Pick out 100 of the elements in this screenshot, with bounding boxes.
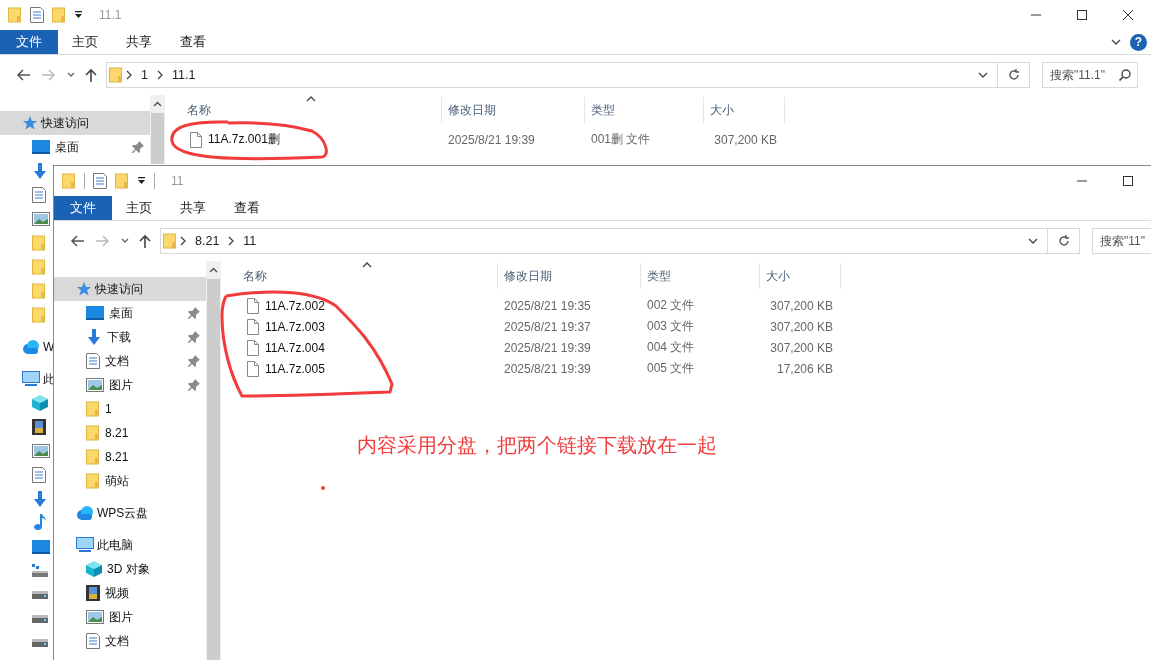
ribbon-tab[interactable]: 文件 bbox=[54, 196, 112, 220]
file-row[interactable]: 11A.7z.001删 2025/8/21 19:39 001删 文件 307,200 KB bbox=[177, 129, 1151, 150]
file-icon bbox=[247, 318, 259, 335]
file-type: 004 文件 bbox=[646, 339, 696, 356]
drive-icon bbox=[32, 591, 48, 599]
drive-icon bbox=[32, 639, 48, 647]
monitor-icon bbox=[86, 306, 104, 320]
sidebar-item[interactable]: 文档 bbox=[54, 349, 206, 373]
search-field[interactable]: 搜索"11.1" bbox=[1042, 62, 1138, 88]
document-icon bbox=[32, 467, 46, 483]
folder-icon bbox=[109, 67, 123, 83]
file-type: 005 文件 bbox=[646, 360, 696, 377]
folder-icon bbox=[32, 259, 46, 275]
ribbon-tab[interactable]: 查看 bbox=[166, 30, 220, 54]
column-header[interactable]: 大小 bbox=[704, 97, 785, 123]
maximize-icon bbox=[1123, 176, 1133, 186]
folder-icon bbox=[32, 235, 46, 251]
column-header[interactable]: 类型 bbox=[641, 263, 760, 289]
folder-icon bbox=[86, 425, 100, 441]
column-header[interactable]: 名称 bbox=[233, 263, 498, 289]
window-title: 11 bbox=[171, 174, 184, 188]
file-row[interactable]: 11A.7z.004 2025/8/21 19:39 004 文件 307,200 KB bbox=[233, 337, 1151, 358]
file-row[interactable]: 11A.7z.002 2025/8/21 19:35 002 文件 307,200 KB bbox=[233, 295, 1151, 316]
sidebar-item[interactable]: WPS云盘 bbox=[54, 501, 206, 525]
sidebar-item[interactable]: 8.21 bbox=[54, 421, 206, 445]
folder-icon bbox=[86, 449, 100, 465]
cloud-icon bbox=[76, 506, 94, 520]
folder-icon bbox=[52, 7, 66, 23]
address-bar[interactable]: 1 11.1 bbox=[106, 62, 998, 88]
annotation-dot bbox=[321, 486, 325, 490]
refresh-button[interactable] bbox=[998, 62, 1030, 88]
star-icon bbox=[76, 281, 92, 297]
ribbon-tab[interactable]: 主页 bbox=[112, 196, 166, 220]
folder-icon bbox=[32, 283, 46, 299]
picture-icon bbox=[86, 378, 104, 392]
forward-arrow-icon bbox=[42, 69, 56, 81]
download-arrow-icon bbox=[32, 491, 48, 507]
document-icon bbox=[93, 173, 107, 189]
sidebar-item[interactable]: 萌站 bbox=[54, 469, 206, 493]
picture-icon bbox=[32, 212, 50, 226]
scrollbar[interactable] bbox=[150, 95, 165, 164]
sidebar-item[interactable]: 快速访问 bbox=[0, 111, 150, 135]
file-size: 307,200 KB bbox=[769, 340, 833, 355]
modified-date: 2025/8/21 19:39 bbox=[503, 340, 592, 355]
caret-up-icon bbox=[153, 101, 162, 107]
ribbon-tab[interactable]: 文件 bbox=[0, 30, 58, 54]
file-type: 002 文件 bbox=[646, 297, 696, 314]
help-button[interactable]: ? bbox=[1130, 33, 1147, 51]
sidebar-item[interactable]: 桌面 bbox=[54, 301, 206, 325]
file-icon bbox=[247, 339, 259, 356]
sidebar-item[interactable]: 此电脑 bbox=[54, 533, 206, 557]
document-icon bbox=[86, 633, 100, 649]
ribbon-tab[interactable]: 共享 bbox=[112, 30, 166, 54]
scrollbar-thumb[interactable] bbox=[151, 113, 164, 164]
folder-icon bbox=[8, 7, 22, 23]
sidebar-item[interactable]: 3D 对象 bbox=[54, 557, 206, 581]
modified-date: 2025/8/21 19:37 bbox=[503, 319, 592, 334]
column-header[interactable]: 修改日期 bbox=[498, 263, 641, 289]
drive-icon bbox=[32, 615, 48, 623]
ribbon-tab[interactable]: 主页 bbox=[58, 30, 112, 54]
ribbon-tab[interactable]: 查看 bbox=[220, 196, 274, 220]
download-arrow-icon bbox=[32, 163, 48, 179]
sidebar-item[interactable]: 视频 bbox=[54, 581, 206, 605]
file-name: 11A.7z.001删 bbox=[208, 131, 280, 148]
column-header[interactable]: 名称 bbox=[177, 97, 442, 123]
music-note-icon bbox=[32, 514, 46, 532]
sidebar-item[interactable]: 图片 bbox=[54, 605, 206, 629]
file-row[interactable]: 11A.7z.003 2025/8/21 19:37 003 文件 307,200 KB bbox=[233, 316, 1151, 337]
maximize-icon bbox=[1077, 10, 1087, 20]
file-type: 001删 文件 bbox=[590, 131, 652, 148]
scrollbar-thumb[interactable] bbox=[207, 279, 220, 660]
forward-arrow-icon bbox=[96, 235, 110, 247]
sidebar-item[interactable]: 桌面 bbox=[0, 135, 150, 159]
sidebar-item[interactable]: 图片 bbox=[54, 373, 206, 397]
sidebar-item[interactable]: 下载 bbox=[54, 325, 206, 349]
address-bar[interactable]: 8.21 11 bbox=[160, 228, 1048, 254]
sidebar-item[interactable]: 快速访问 bbox=[54, 277, 206, 301]
dropdown-arrow-icon bbox=[137, 177, 146, 185]
annotation-text: 内容采用分盘，把两个链接下载放在一起 bbox=[357, 432, 717, 459]
search-field[interactable]: 搜索"11" bbox=[1092, 228, 1151, 254]
file-row[interactable]: 11A.7z.005 2025/8/21 19:39 005 文件 17,206 KB bbox=[233, 358, 1151, 379]
column-header[interactable]: 大小 bbox=[760, 263, 841, 289]
caret-up-icon bbox=[209, 267, 218, 273]
monitor-icon bbox=[32, 540, 50, 554]
sidebar-item[interactable]: 1 bbox=[54, 397, 206, 421]
ribbon-tab[interactable]: 共享 bbox=[166, 196, 220, 220]
file-name: 11A.7z.005 bbox=[265, 361, 325, 376]
column-header[interactable]: 修改日期 bbox=[442, 97, 585, 123]
column-header[interactable]: 类型 bbox=[585, 97, 704, 123]
scrollbar[interactable] bbox=[206, 261, 221, 660]
file-size: 307,200 KB bbox=[769, 319, 833, 334]
folder-icon bbox=[32, 307, 46, 323]
refresh-button[interactable] bbox=[1048, 228, 1080, 254]
file-icon bbox=[190, 131, 202, 148]
sidebar-item[interactable]: 8.21 bbox=[54, 445, 206, 469]
file-icon bbox=[247, 297, 259, 314]
monitor-icon bbox=[32, 140, 50, 154]
folder-icon bbox=[86, 401, 100, 417]
file-size: 307,200 KB bbox=[713, 132, 777, 147]
sidebar-item[interactable]: 文档 bbox=[54, 629, 206, 653]
